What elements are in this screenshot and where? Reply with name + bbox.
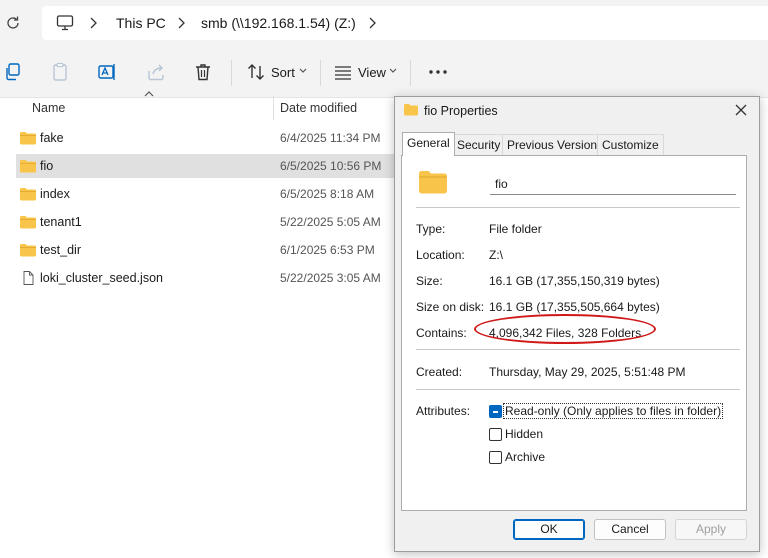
tab-customize[interactable]: Customize (597, 134, 664, 155)
paste-icon[interactable] (50, 62, 70, 82)
share-icon[interactable] (146, 62, 166, 82)
view-icon[interactable] (333, 62, 353, 82)
column-header-name[interactable]: Name (32, 101, 65, 115)
archive-checkbox[interactable] (489, 451, 502, 464)
readonly-checkbox[interactable] (489, 405, 502, 418)
toolbar-divider (231, 60, 232, 86)
file-date: 6/1/2025 6:53 PM (280, 243, 375, 257)
file-name: loki_cluster_seed.json (40, 271, 163, 285)
file-date: 6/5/2025 10:56 PM (280, 159, 382, 173)
apply-button[interactable]: Apply (675, 519, 747, 540)
sort-icon[interactable] (246, 62, 266, 82)
folder-icon (20, 160, 36, 173)
file-name: test_dir (40, 243, 81, 257)
size-on-disk-label: Size on disk: (416, 300, 485, 314)
this-pc-icon (56, 15, 74, 31)
chevron-right-icon[interactable] (176, 16, 186, 30)
cancel-button[interactable]: Cancel (594, 519, 666, 540)
type-value: File folder (489, 222, 542, 236)
file-name: fio (40, 159, 54, 173)
location-label: Location: (416, 248, 465, 262)
file-name: tenant1 (40, 215, 82, 229)
file-list-header: Name Date modified (0, 91, 395, 122)
chevron-down-icon[interactable] (299, 68, 307, 74)
hidden-label[interactable]: Hidden (505, 427, 543, 441)
file-row[interactable]: loki_cluster_seed.json 5/22/2025 3:05 AM (16, 266, 394, 290)
refresh-icon[interactable] (4, 14, 22, 32)
file-icon (23, 271, 34, 285)
archive-label[interactable]: Archive (505, 450, 545, 464)
size-value: 16.1 GB (17,355,150,319 bytes) (489, 274, 660, 288)
toolbar-divider (320, 60, 321, 86)
view-button[interactable]: View (358, 65, 386, 80)
properties-dialog: fio Properties General Security Previous… (394, 96, 760, 552)
sort-button[interactable]: Sort (271, 65, 295, 80)
folder-icon (404, 104, 418, 116)
file-row[interactable]: tenant1 5/22/2025 5:05 AM (16, 210, 394, 234)
divider (416, 207, 740, 208)
folder-icon (20, 244, 36, 257)
divider (416, 389, 740, 390)
more-options-icon[interactable] (428, 62, 448, 82)
breadcrumb-this-pc[interactable]: This PC (116, 15, 166, 31)
breadcrumb-smb-drive[interactable]: smb (\\192.168.1.54) (Z:) (201, 15, 356, 31)
delete-icon[interactable] (193, 62, 213, 82)
column-divider[interactable] (273, 96, 274, 120)
rename-icon[interactable] (97, 62, 117, 82)
divider (416, 349, 740, 350)
file-row-selected[interactable]: fio 6/5/2025 10:56 PM (16, 154, 394, 178)
created-value: Thursday, May 29, 2025, 5:51:48 PM (489, 365, 686, 379)
tab-general[interactable]: General (402, 132, 455, 156)
folder-name-input[interactable] (490, 173, 736, 195)
toolbar-divider (410, 60, 411, 86)
type-label: Type: (416, 222, 446, 236)
created-label: Created: (416, 365, 463, 379)
dialog-title: fio Properties (424, 104, 498, 118)
general-tab-panel: Type: File folder Location: Z:\ Size: 16… (401, 155, 747, 511)
file-date: 5/22/2025 5:05 AM (280, 215, 381, 229)
folder-icon (20, 132, 36, 145)
address-bar[interactable]: This PC smb (\\192.168.1.54) (Z:) (42, 6, 768, 40)
sort-ascending-icon (144, 91, 154, 97)
copy-icon[interactable] (4, 62, 24, 82)
folder-icon (419, 171, 447, 194)
folder-icon (20, 188, 36, 201)
file-row[interactable]: fake 6/4/2025 11:34 PM (16, 126, 394, 150)
tab-security[interactable]: Security (452, 134, 506, 155)
column-header-date-modified[interactable]: Date modified (280, 101, 357, 115)
chevron-right-icon[interactable] (88, 16, 98, 30)
location-value: Z:\ (489, 248, 503, 262)
hidden-checkbox[interactable] (489, 428, 502, 441)
size-on-disk-value: 16.1 GB (17,355,505,664 bytes) (489, 300, 660, 314)
file-date: 6/5/2025 8:18 AM (280, 187, 375, 201)
chevron-down-icon[interactable] (389, 68, 397, 74)
red-ellipse-annotation (474, 314, 656, 344)
file-date: 6/4/2025 11:34 PM (280, 131, 381, 145)
attributes-label: Attributes: (416, 404, 471, 418)
contains-label: Contains: (416, 326, 467, 340)
ok-button[interactable]: OK (513, 519, 585, 540)
file-date: 5/22/2025 3:05 AM (280, 271, 381, 285)
address-row: This PC smb (\\192.168.1.54) (Z:) (0, 0, 768, 46)
readonly-label[interactable]: Read-only (Only applies to files in fold… (502, 403, 724, 419)
command-bar: Sort View (0, 46, 768, 98)
size-label: Size: (416, 274, 443, 288)
file-row[interactable]: test_dir 6/1/2025 6:53 PM (16, 238, 394, 262)
chevron-right-icon[interactable] (367, 16, 377, 30)
close-icon[interactable] (733, 102, 749, 118)
file-name: fake (40, 131, 64, 145)
file-row[interactable]: index 6/5/2025 8:18 AM (16, 182, 394, 206)
tab-previous-versions[interactable]: Previous Versions (502, 134, 609, 155)
file-name: index (40, 187, 70, 201)
folder-icon (20, 216, 36, 229)
